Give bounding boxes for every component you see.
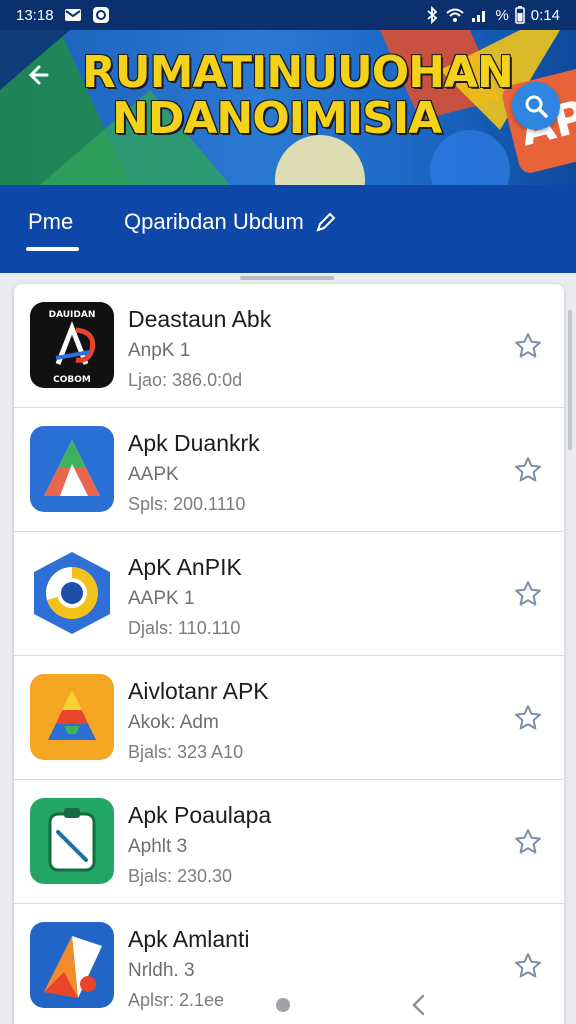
app-subtitle: AAPK 1 (128, 588, 195, 609)
tab-second-label: Qparibdan Ubdum (124, 209, 304, 234)
scrollbar[interactable] (568, 310, 572, 450)
list-item[interactable]: Apk Poaulapa Aphlt 3 Bjals: 230.30 (14, 780, 564, 904)
app-subtitle: Aphlt 3 (128, 836, 188, 857)
banner-title-line2: NDANOIMISIA (112, 93, 442, 145)
favorite-button[interactable] (510, 452, 546, 488)
back-button[interactable] (20, 58, 54, 92)
app-subtitle: Nrldh. 3 (128, 960, 195, 981)
app-name: Apk Duankrk (128, 430, 260, 456)
favorite-button[interactable] (510, 700, 546, 736)
sheet-drag-handle[interactable] (240, 276, 334, 280)
app-icon-anpik (30, 550, 114, 636)
app-subtitle: AnpK 1 (128, 340, 191, 361)
favorite-button[interactable] (510, 576, 546, 612)
star-icon (515, 829, 541, 854)
tab-bar: Pme Qparibdan Ubdum (0, 185, 576, 273)
star-icon (515, 581, 541, 606)
battery-percent: % (495, 6, 509, 24)
nav-home-button[interactable] (276, 998, 290, 1012)
app-size: Bjals: 323 A10 (128, 742, 244, 762)
favorite-button[interactable] (510, 328, 546, 364)
battery-icon (515, 6, 525, 24)
app-size: Aplsr: 2.1ee (128, 990, 225, 1010)
app-icon-aivlotanr (30, 674, 114, 760)
app-icon-amlanti (30, 922, 114, 1008)
chevron-left-icon (412, 994, 425, 1016)
app-name: ApK AnPIK (128, 554, 242, 580)
app-name: Aivlotanr APK (128, 678, 269, 704)
app-size: Ljao: 386.0:0d (128, 370, 243, 390)
status-time-right: 0:14 (530, 6, 560, 24)
banner-title-line1: RUMATINUUOHAN (82, 47, 514, 98)
tab-second[interactable]: Qparibdan Ubdum (124, 209, 338, 235)
tab-home-label: Pme (28, 209, 74, 234)
search-icon (525, 95, 548, 118)
signal-icon (471, 7, 489, 23)
app-size: Spls: 200.1110 (128, 494, 246, 514)
list-item[interactable]: DAUIDAN COBOM Deastaun Abk AnpK 1 Ljao: … (14, 284, 564, 408)
app-name: Apk Amlanti (128, 926, 250, 952)
status-time: 13:18 (16, 6, 54, 24)
app-subtitle: Akok: Adm (128, 712, 219, 733)
banner-title: RUMATINUUOHAN NDANOIMISIA (82, 47, 514, 145)
favorite-button[interactable] (510, 824, 546, 860)
app-size: Bjals: 230.30 (128, 866, 233, 886)
app-size: Djals: 110.110 (128, 618, 241, 638)
status-bar: 13:18 % 0:14 (0, 0, 576, 30)
mail-icon (64, 7, 82, 23)
wifi-icon (445, 7, 465, 23)
tab-home[interactable]: Pme (25, 209, 80, 251)
star-icon (515, 333, 541, 358)
app-name: Deastaun Abk (128, 306, 272, 332)
app-icon-poaulapa (30, 798, 114, 884)
app-icon-duankrk (30, 426, 114, 512)
bluetooth-icon (425, 6, 439, 24)
favorite-button[interactable] (510, 948, 546, 984)
list-item[interactable]: Apk Duankrk AAPK Spls: 200.1110 (14, 408, 564, 532)
record-icon (92, 6, 110, 24)
star-icon (515, 705, 541, 730)
pencil-icon (316, 212, 336, 232)
app-name: Apk Poaulapa (128, 802, 272, 828)
app-list: DAUIDAN COBOM Deastaun Abk AnpK 1 Ljao: … (14, 284, 564, 1024)
search-button[interactable] (512, 82, 560, 130)
app-icon-deastaun: DAUIDAN COBOM (30, 302, 114, 388)
star-icon (515, 953, 541, 978)
app-subtitle: AAPK (128, 464, 179, 485)
star-icon (515, 457, 541, 482)
list-item[interactable]: Aivlotanr APK Akok: Adm Bjals: 323 A10 (14, 656, 564, 780)
app-icon-text-bottom: COBOM (53, 375, 91, 385)
nav-back-button[interactable] (406, 992, 432, 1018)
app-icon-text-top: DAUIDAN (49, 310, 96, 320)
header-banner: APK RUMATINUUOHAN NDANOIMISIA (0, 30, 576, 185)
list-item[interactable]: ApK AnPIK AAPK 1 Djals: 110.110 (14, 532, 564, 656)
back-arrow-icon (28, 65, 49, 85)
